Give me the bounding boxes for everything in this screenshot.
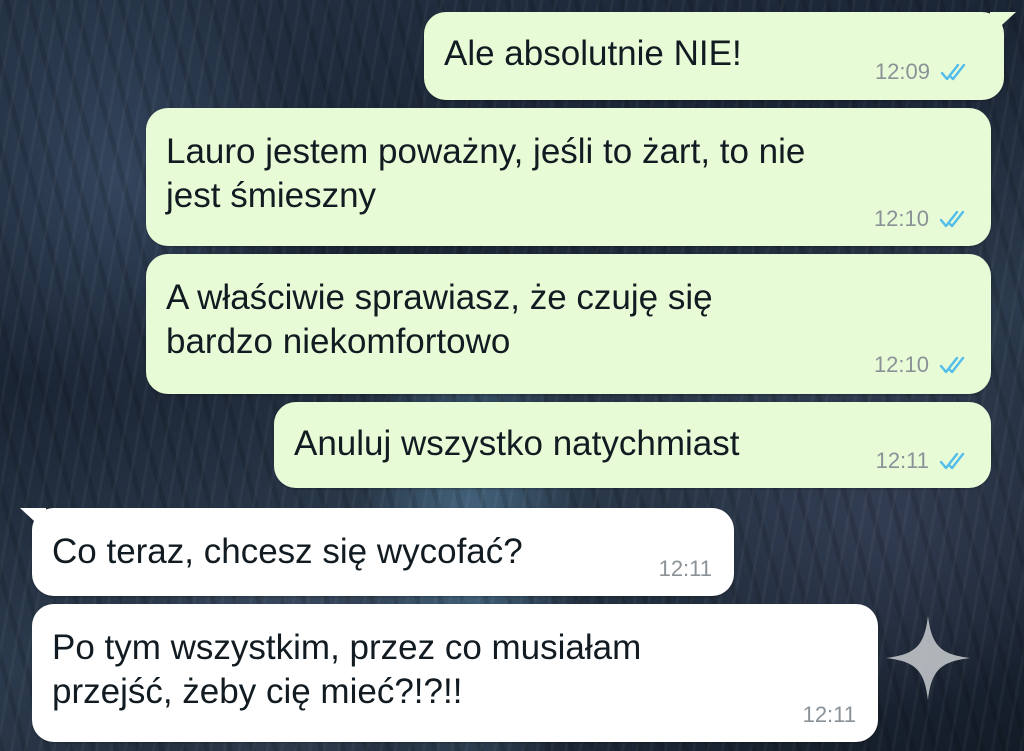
message-bubble-outgoing[interactable]: A właściwie sprawiasz, że czuję się bard… (146, 254, 991, 394)
message-text: Co teraz, chcesz się wycofać? (52, 532, 523, 571)
message-bubble-outgoing[interactable]: Lauro jestem poważny, jeśli to żart, to … (146, 108, 991, 246)
message-time: 12:11 (802, 702, 856, 727)
message-time: 12:10 (873, 352, 929, 377)
double-check-icon (939, 210, 965, 228)
message-meta: 12:11 (659, 558, 712, 580)
message-time: 12:09 (874, 59, 930, 84)
message-meta: 12:11 (803, 704, 856, 726)
message-bubble-outgoing[interactable]: Ale absolutnie NIE! 12:09 (424, 12, 1016, 100)
message-meta: 12:10 (874, 208, 969, 230)
message-text: Ale absolutnie NIE! (444, 34, 742, 73)
message-text: A właściwie sprawiasz, że czuję się bard… (166, 278, 713, 361)
message-time: 12:10 (873, 206, 929, 231)
message-bubble-incoming[interactable]: Co teraz, chcesz się wycofać? 12:11 (20, 508, 734, 596)
message-meta: 12:09 (875, 61, 970, 83)
message-time: 12:11 (875, 448, 929, 473)
message-text: Lauro jestem poważny, jeśli to żart, to … (166, 132, 806, 215)
message-text: Po tym wszystkim, przez co musiałam prze… (52, 628, 642, 711)
double-check-icon (939, 356, 965, 374)
message-meta: 12:11 (876, 450, 969, 472)
message-bubble-outgoing[interactable]: Anuluj wszystko natychmiast 12:11 (274, 402, 991, 488)
sparkle-icon (885, 615, 971, 701)
message-bubble-incoming[interactable]: Po tym wszystkim, przez co musiałam prze… (32, 604, 878, 742)
double-check-icon (940, 63, 966, 81)
message-time: 12:11 (658, 556, 712, 581)
message-meta: 12:10 (874, 354, 969, 376)
message-text: Anuluj wszystko natychmiast (294, 424, 740, 463)
double-check-icon (939, 452, 965, 470)
